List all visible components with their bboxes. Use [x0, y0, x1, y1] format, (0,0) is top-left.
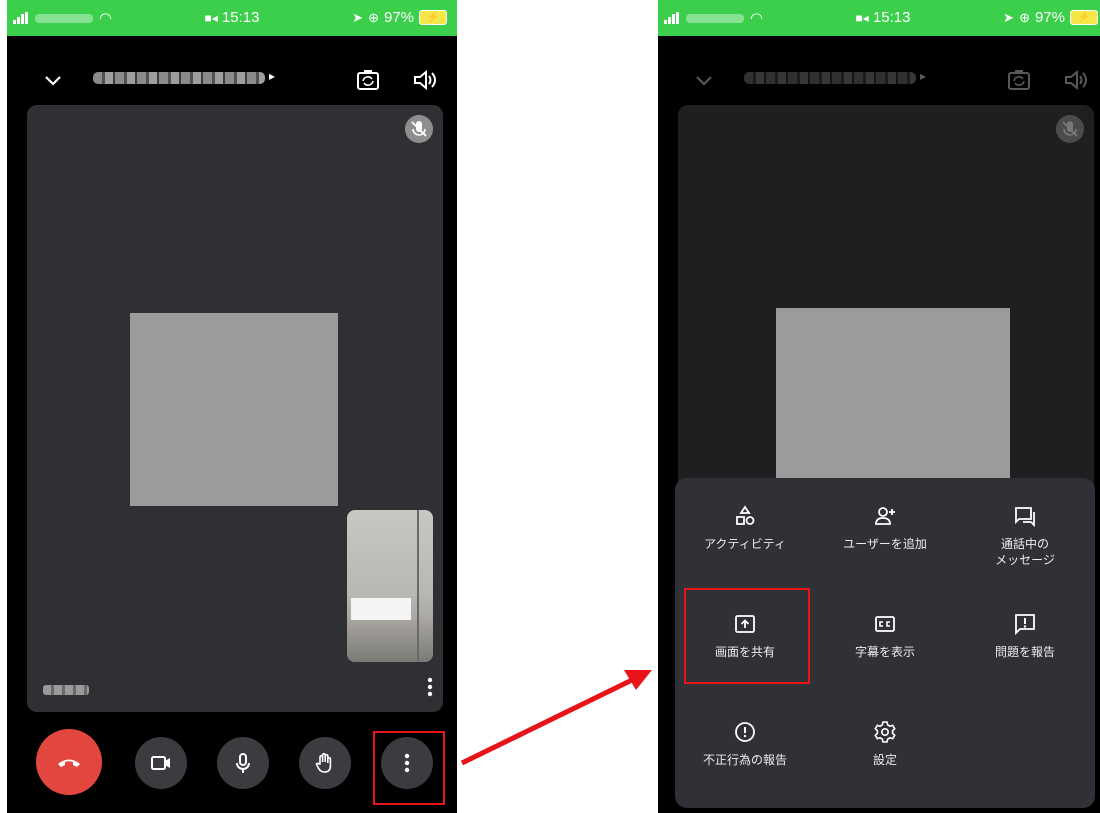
- menu-item-label: 問題を報告: [994, 645, 1055, 659]
- menu-item-label: 不正行為の報告: [702, 753, 787, 767]
- captions-icon: [875, 616, 895, 632]
- status-bar: ◠ ■◂ 15:13 ➤ ⊕ 97% ⚡: [658, 0, 1100, 36]
- settings-icon: [874, 721, 896, 743]
- add-person-icon: [875, 507, 895, 525]
- switch-camera-icon[interactable]: [1005, 66, 1033, 94]
- location-icon: ➤: [1003, 9, 1015, 25]
- menu-item-settings[interactable]: 設定: [815, 704, 955, 812]
- share-screen-highlight: [684, 588, 810, 684]
- battery-icon: ⚡: [1070, 10, 1098, 25]
- mic-muted-icon: [1056, 115, 1084, 143]
- menu-item-label: 通話中の メッセージ: [995, 537, 1055, 567]
- menu-item-activities[interactable]: アクティビティ: [675, 488, 815, 596]
- chat-icon: [1015, 507, 1035, 528]
- menu-item-report-problem[interactable]: 問題を報告: [955, 596, 1095, 704]
- more-options-sheet: アクティビティ ユーザーを追加 通話中の メッセージ 画面を共有 字幕を表示 問…: [675, 478, 1095, 808]
- menu-item-label: ユーザーを追加: [843, 537, 927, 551]
- meeting-code-redacted[interactable]: [744, 72, 916, 84]
- menu-item-report-abuse[interactable]: 不正行為の報告: [675, 704, 815, 812]
- participant-video-redacted: [776, 308, 1010, 478]
- menu-item-captions[interactable]: 字幕を表示: [815, 596, 955, 704]
- camera-in-use-icon: ■◂: [855, 11, 869, 25]
- feedback-icon: [1015, 614, 1035, 636]
- phone-screen-more-menu: ◠ ■◂ 15:13 ➤ ⊕ 97% ⚡ ▸ アクティビティ ユーザーを追加 通…: [658, 0, 1100, 813]
- speaker-icon[interactable]: [1062, 66, 1090, 94]
- status-time: 15:13: [872, 9, 911, 26]
- menu-item-add-user[interactable]: ユーザーを追加: [815, 488, 955, 596]
- menu-item-label: アクティビティ: [704, 537, 786, 551]
- menu-item-label: 設定: [872, 753, 897, 767]
- report-abuse-icon: [735, 722, 755, 742]
- orientation-lock-icon: ⊕: [1019, 9, 1030, 25]
- activities-icon: [736, 505, 755, 525]
- meeting-info-caret[interactable]: ▸: [920, 69, 926, 83]
- meeting-top-bar: ▸: [658, 60, 1100, 104]
- chevron-down-icon[interactable]: [692, 68, 716, 92]
- menu-item-in-call-messages[interactable]: 通話中の メッセージ: [955, 488, 1095, 596]
- battery-percent: 97%: [1034, 9, 1065, 26]
- menu-item-label: 字幕を表示: [854, 645, 915, 659]
